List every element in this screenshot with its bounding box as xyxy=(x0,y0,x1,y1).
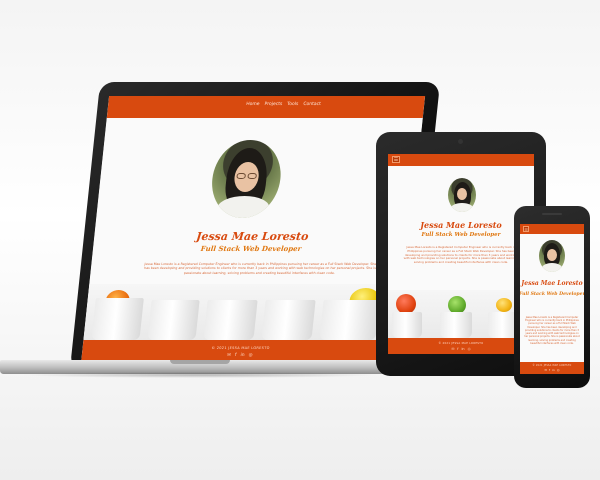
email-icon[interactable]: ✉ xyxy=(227,353,231,358)
phone-speaker xyxy=(542,213,562,215)
laptop-shadow xyxy=(20,372,380,378)
tablet-camera xyxy=(458,139,463,144)
tablet-developer-name: Jessa Mae Loresto xyxy=(420,220,502,230)
nav-link-contact[interactable]: Contact xyxy=(303,102,321,107)
tablet-navbar: ☰ xyxy=(388,154,534,166)
nav-link-home[interactable]: Home xyxy=(246,102,260,107)
profile-photo xyxy=(208,140,285,218)
tablet-developer-description: Jessa Mae Loresto is a Registered Comput… xyxy=(403,246,519,265)
linkedin-icon[interactable]: in xyxy=(240,353,245,358)
copyright-text: © 2021 JESSA MAE LORESTO xyxy=(211,346,270,350)
tablet-profile-photo xyxy=(448,178,476,212)
phone-developer-description: Jessa Mae Loresto is a Registered Comput… xyxy=(524,316,580,345)
tablet-hero: Jessa Mae Loresto Full Stack Web Develop… xyxy=(388,166,534,338)
nav-link-projects[interactable]: Projects xyxy=(264,102,282,107)
laptop-nav-links: Home Projects Tools Contact xyxy=(246,102,321,107)
phone-developer-name: Jessa Mae Loresto xyxy=(521,280,583,287)
linkedin-icon[interactable]: in xyxy=(461,347,464,351)
tablet-screen: ☰ Jessa Mae Loresto Full Stack Web Devel… xyxy=(388,154,534,354)
phone-developer-role: Full Stack Web Developer xyxy=(520,292,584,297)
tablet-social-links: ✉ f in ◎ xyxy=(451,347,470,351)
phone-screen: ☰ Jessa Mae Loresto Full Stack Web Devel… xyxy=(520,224,584,374)
phone-navbar: ☰ xyxy=(520,224,584,234)
phone-copyright: © 2021 JESSA MAE LORESTO xyxy=(532,364,572,367)
tablet-copyright: © 2021 JESSA MAE LORESTO xyxy=(438,341,484,345)
linkedin-icon[interactable]: in xyxy=(552,368,555,372)
facebook-icon[interactable]: f xyxy=(549,368,550,372)
facebook-icon[interactable]: f xyxy=(457,347,458,351)
developer-name: Jessa Mae Loresto xyxy=(195,230,310,243)
tablet-footer: © 2021 JESSA MAE LORESTO ✉ f in ◎ xyxy=(388,338,534,354)
laptop-navbar: Home Projects Tools Contact xyxy=(106,96,426,118)
github-icon[interactable]: ◎ xyxy=(248,353,252,358)
laptop-screen: Home Projects Tools Contact Jessa Mae Lo… xyxy=(80,96,426,364)
github-icon[interactable]: ◎ xyxy=(468,347,471,351)
phone-hero: Jessa Mae Loresto Full Stack Web Develop… xyxy=(520,234,584,362)
github-icon[interactable]: ◎ xyxy=(557,368,560,372)
laptop-hinge-notch xyxy=(170,360,230,364)
social-links: ✉ f in ◎ xyxy=(227,353,253,358)
phone-profile-photo xyxy=(539,240,565,272)
phone-social-links: ✉ f in ◎ xyxy=(545,368,560,372)
developer-role: Full Stack Web Developer xyxy=(200,244,302,253)
tablet-developer-role: Full Stack Web Developer xyxy=(421,232,501,238)
phone-mockup: ☰ Jessa Mae Loresto Full Stack Web Devel… xyxy=(514,206,590,388)
tablet-menu-button[interactable]: ☰ xyxy=(392,156,400,163)
nav-link-tools[interactable]: Tools xyxy=(287,102,299,107)
cactus-banner xyxy=(83,284,406,340)
email-icon[interactable]: ✉ xyxy=(545,368,548,372)
email-icon[interactable]: ✉ xyxy=(451,347,454,351)
phone-menu-button[interactable]: ☰ xyxy=(523,226,529,232)
tablet-cactus-banner xyxy=(388,290,534,338)
laptop-hero: Jessa Mae Loresto Full Stack Web Develop… xyxy=(83,118,423,340)
facebook-icon[interactable]: f xyxy=(235,353,237,358)
phone-footer: © 2021 JESSA MAE LORESTO ✉ f in ◎ xyxy=(520,362,584,374)
